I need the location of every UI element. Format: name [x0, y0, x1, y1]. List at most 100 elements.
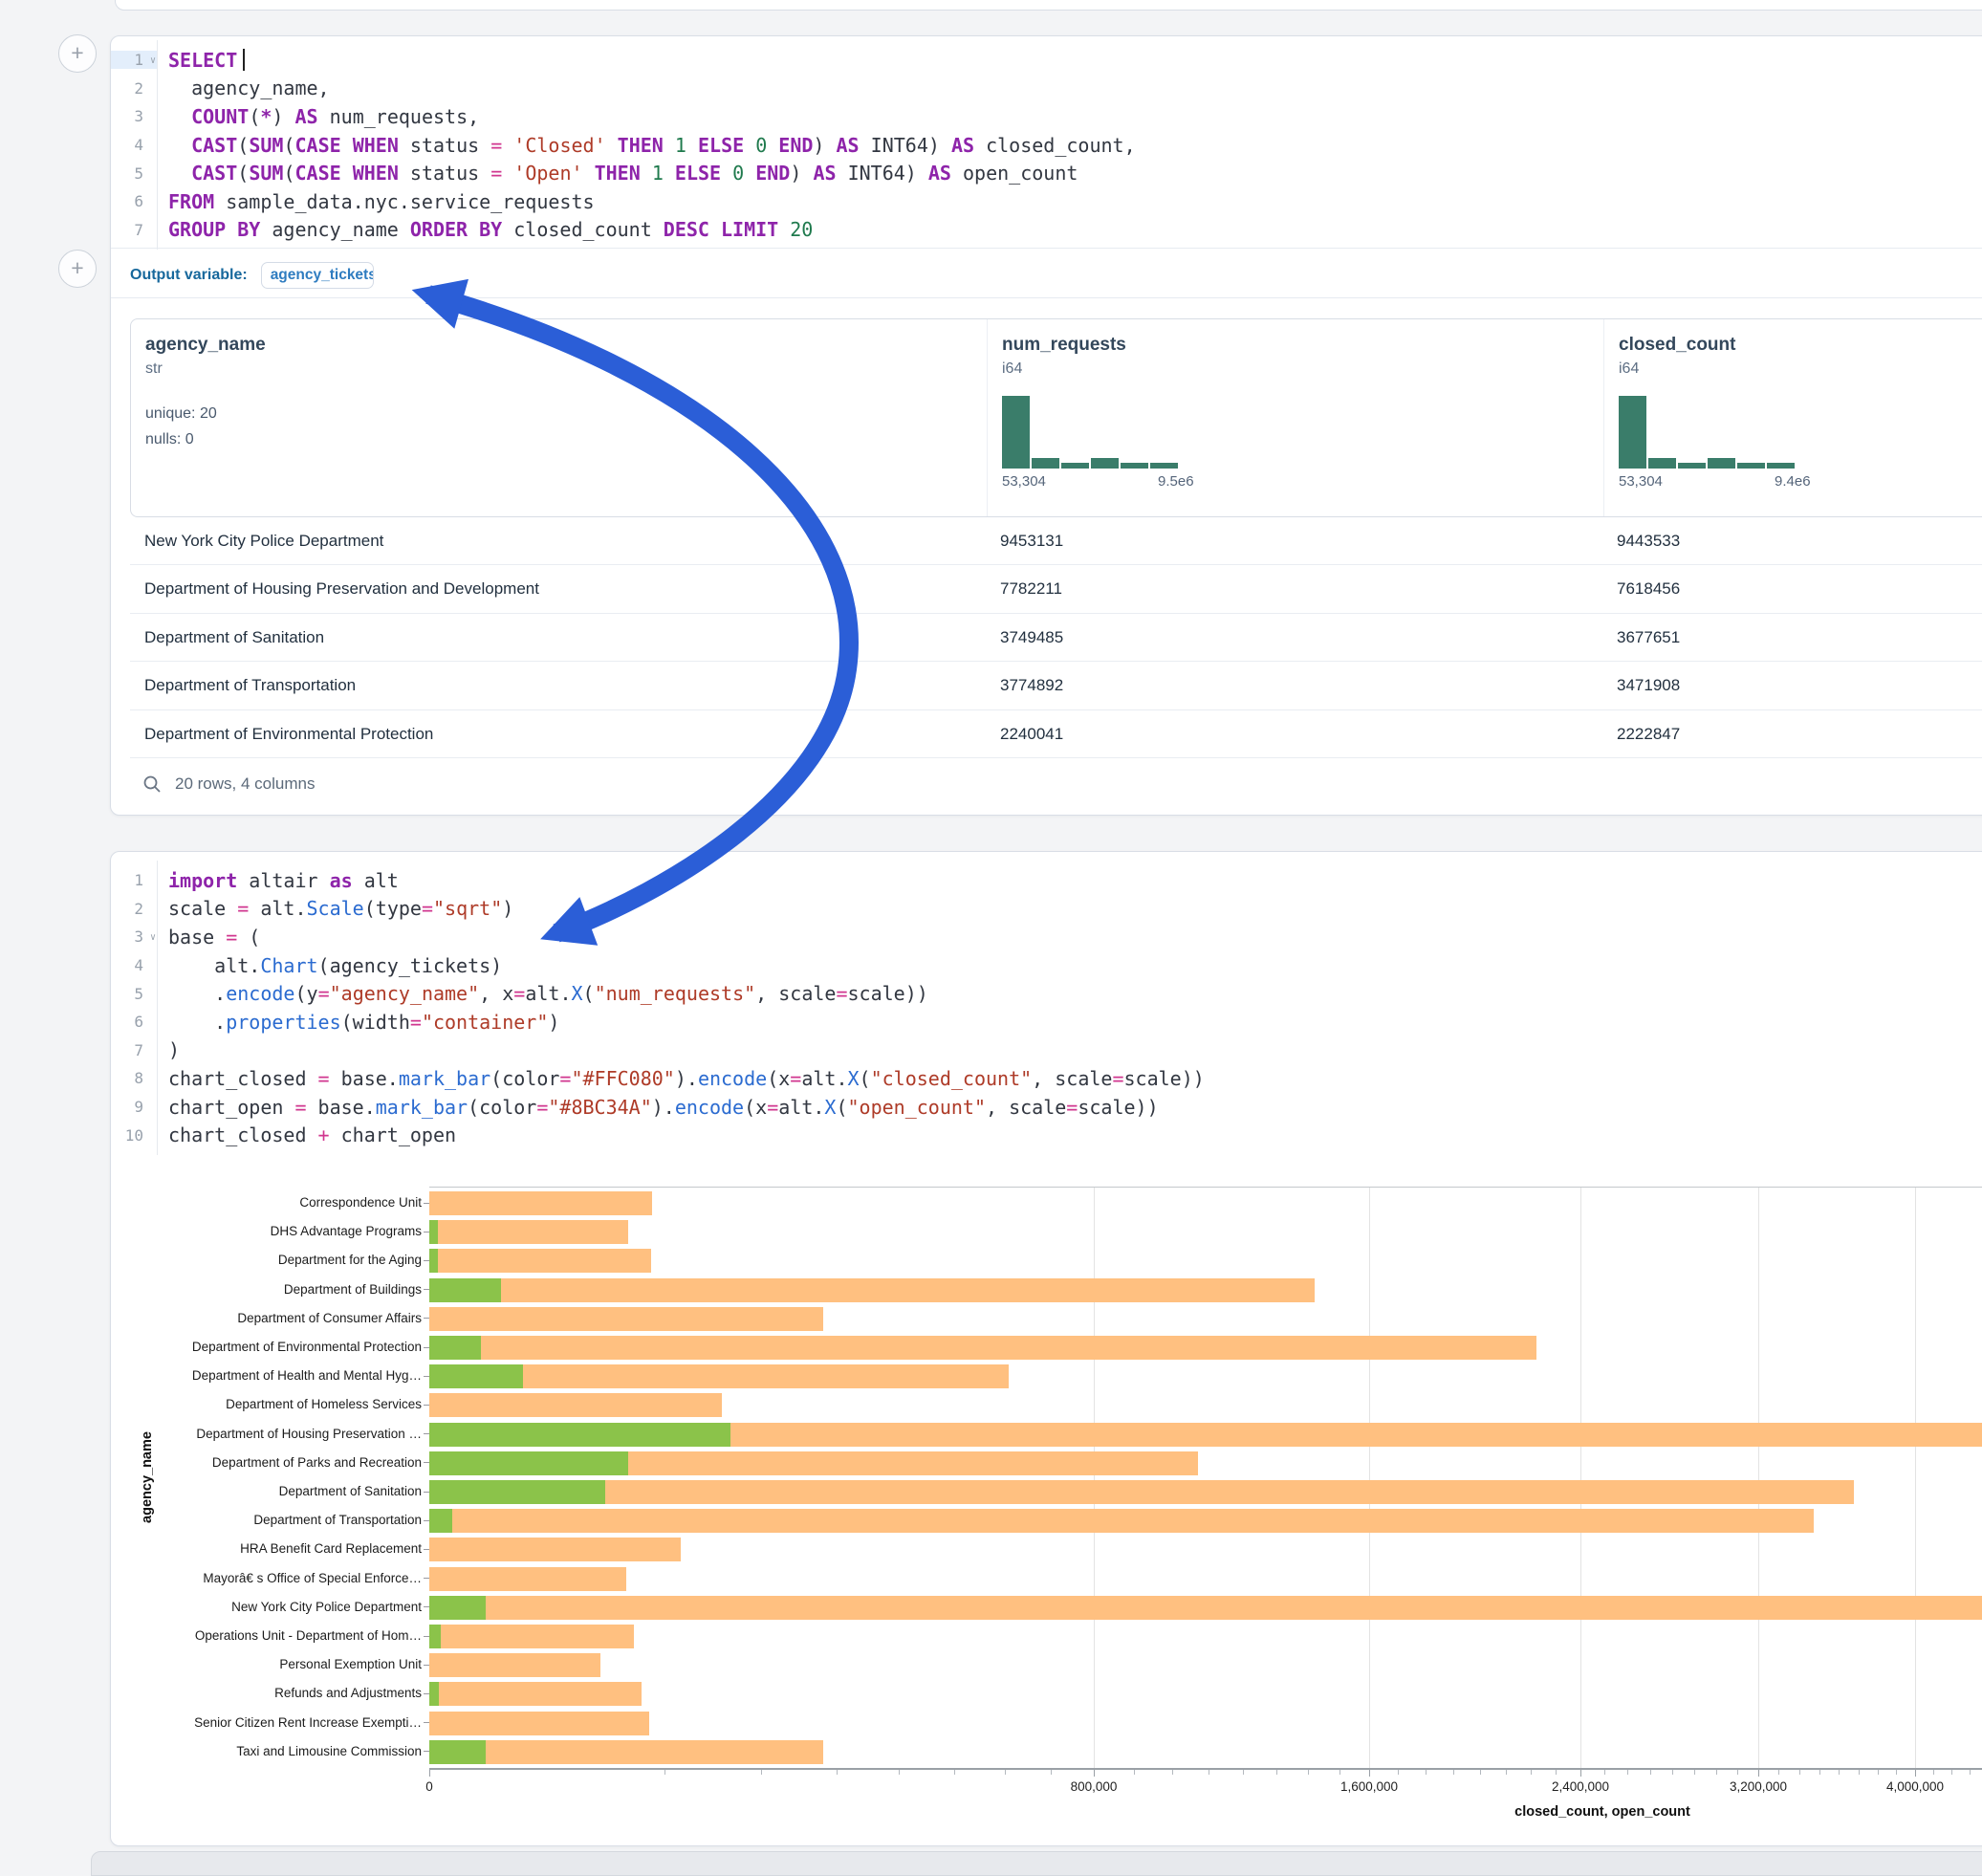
- python-cell-card: 1import altair as alt2scale = alt.Scale(…: [110, 851, 1982, 1846]
- code-line[interactable]: 3 COUNT(*) AS num_requests,: [111, 102, 1982, 131]
- code-line[interactable]: 10chart_closed + chart_open: [111, 1121, 1982, 1149]
- code-line[interactable]: 5 CAST(SUM(CASE WHEN status = 'Open' THE…: [111, 159, 1982, 187]
- closed-count-bar[interactable]: [429, 1249, 651, 1273]
- closed-count-bar[interactable]: [429, 1220, 628, 1244]
- python-code-editor[interactable]: 1import altair as alt2scale = alt.Scale(…: [111, 866, 1982, 1149]
- code-line[interactable]: 7GROUP BY agency_name ORDER BY closed_co…: [111, 216, 1982, 245]
- open-count-bar[interactable]: [429, 1336, 481, 1360]
- y-axis-label: Correspondence Unit: [111, 1190, 422, 1214]
- cell-divider: [111, 297, 1982, 298]
- closed-count-bar[interactable]: [429, 1538, 681, 1561]
- open-count-bar[interactable]: [429, 1480, 605, 1504]
- code-text: .properties(width="container"): [157, 1011, 559, 1034]
- open-count-bar[interactable]: [429, 1220, 438, 1244]
- open-count-bar[interactable]: [429, 1740, 486, 1764]
- code-text: chart_closed = base.mark_bar(color="#FFC…: [157, 1067, 1205, 1090]
- x-axis-minor-tick: [1134, 1770, 1135, 1775]
- code-line[interactable]: 1∨SELECT: [111, 46, 1982, 75]
- y-axis-tick: [424, 1203, 429, 1204]
- closed-count-bar[interactable]: [429, 1567, 626, 1591]
- open-count-bar[interactable]: [429, 1682, 439, 1706]
- code-line[interactable]: 7): [111, 1036, 1982, 1065]
- code-line[interactable]: 8chart_closed = base.mark_bar(color="#FF…: [111, 1064, 1982, 1093]
- code-line[interactable]: 3∨base = (: [111, 923, 1982, 951]
- closed-count-bar[interactable]: [429, 1653, 600, 1677]
- table-row[interactable]: Department of Housing Preservation and D…: [130, 565, 1982, 613]
- fold-chevron-icon[interactable]: ∨: [150, 932, 156, 943]
- code-text: agency_name,: [157, 76, 330, 99]
- closed-count-bar[interactable]: [429, 1712, 649, 1735]
- closed-count-bar[interactable]: [429, 1682, 642, 1706]
- y-axis-label: Department of Parks and Recreation: [111, 1451, 422, 1474]
- code-line[interactable]: 6 .properties(width="container"): [111, 1008, 1982, 1036]
- y-axis-tick: [424, 1722, 429, 1723]
- open-count-bar[interactable]: [429, 1509, 452, 1533]
- y-axis-label: Senior Citizen Rent Increase Exempti…: [111, 1711, 422, 1734]
- table-cell: Department of Housing Preservation and D…: [144, 565, 539, 612]
- closed-count-bar[interactable]: [429, 1625, 634, 1648]
- code-text: chart_open = base.mark_bar(color="#8BC34…: [157, 1096, 1159, 1119]
- closed-count-bar[interactable]: [429, 1307, 823, 1331]
- y-axis-label: Department of Health and Mental Hyg…: [111, 1363, 422, 1387]
- previous-cell-edge: [115, 0, 1982, 11]
- closed-count-bar[interactable]: [429, 1278, 1315, 1302]
- closed-count-bar[interactable]: [429, 1740, 823, 1764]
- closed-count-bar[interactable]: [429, 1336, 1536, 1360]
- add-cell-button[interactable]: +: [58, 34, 97, 73]
- x-axis-major-tick: [1369, 1770, 1370, 1777]
- closed-count-bar[interactable]: [429, 1480, 1854, 1504]
- x-axis-minor-tick: [1650, 1770, 1651, 1775]
- output-variable-input[interactable]: agency_tickets: [261, 262, 374, 289]
- table-row[interactable]: New York City Police Department945313194…: [130, 517, 1982, 565]
- closed-count-bar[interactable]: [429, 1596, 1982, 1620]
- table-cell: 3749485: [1000, 614, 1063, 661]
- code-line[interactable]: 4 CAST(SUM(CASE WHEN status = 'Closed' T…: [111, 131, 1982, 160]
- open-count-bar[interactable]: [429, 1364, 523, 1388]
- table-row[interactable]: Department of Environmental Protection22…: [130, 710, 1982, 758]
- code-line[interactable]: 1import altair as alt: [111, 866, 1982, 895]
- search-icon[interactable]: [142, 774, 162, 794]
- column-name: num_requests: [1002, 335, 1603, 356]
- code-line[interactable]: 2scale = alt.Scale(type="sqrt"): [111, 895, 1982, 924]
- code-line[interactable]: 2 agency_name,: [111, 75, 1982, 103]
- open-count-bar[interactable]: [429, 1249, 438, 1273]
- line-number: 5: [111, 985, 157, 1003]
- code-line[interactable]: 5 .encode(y="agency_name", x=alt.X("num_…: [111, 979, 1982, 1008]
- open-count-bar[interactable]: [429, 1596, 486, 1620]
- add-cell-button[interactable]: +: [58, 250, 97, 288]
- closed-count-bar[interactable]: [429, 1191, 652, 1215]
- column-header-closed_count[interactable]: closed_counti6453,3049.4e6: [1603, 319, 1982, 516]
- line-number: 9: [111, 1098, 157, 1116]
- table-row[interactable]: Department of Transportation 3774892 34719…: [130, 662, 1982, 709]
- y-axis-tick: [424, 1260, 429, 1261]
- x-axis-minor-tick: [1051, 1770, 1052, 1775]
- code-text: import altair as alt: [157, 869, 399, 892]
- x-axis-minor-tick: [1951, 1770, 1952, 1775]
- line-number: 7: [111, 1041, 157, 1059]
- table-cell: 3774892: [1000, 662, 1063, 709]
- x-axis-minor-tick: [1627, 1770, 1628, 1775]
- table-cell: New York City Police Department: [144, 517, 383, 564]
- code-text: COUNT(*) AS num_requests,: [157, 105, 479, 128]
- table-cell: 9443533: [1617, 517, 1680, 564]
- code-line[interactable]: 6FROM sample_data.nyc.service_requests: [111, 187, 1982, 216]
- open-count-bar[interactable]: [429, 1625, 441, 1648]
- table-cell: 3471908: [1617, 662, 1680, 709]
- code-line[interactable]: 9chart_open = base.mark_bar(color="#8BC3…: [111, 1093, 1982, 1122]
- fold-chevron-icon[interactable]: ∨: [150, 55, 156, 66]
- open-count-bar[interactable]: [429, 1278, 501, 1302]
- column-header-num_requests[interactable]: num_requestsi6453,3049.5e6: [987, 319, 1603, 516]
- table-cell: Department of Transportation: [144, 662, 356, 709]
- table-cell: 3677651: [1617, 614, 1680, 661]
- x-axis-major-tick: [1758, 1770, 1759, 1777]
- sql-code-editor[interactable]: 1∨SELECT2 agency_name,3 COUNT(*) AS num_…: [111, 46, 1982, 244]
- open-count-bar[interactable]: [429, 1423, 730, 1447]
- y-axis-label: New York City Police Department: [111, 1595, 422, 1619]
- table-row[interactable]: Department of Sanitation37494853677651: [130, 614, 1982, 662]
- table-cell: 7618456: [1617, 565, 1680, 612]
- closed-count-bar[interactable]: [429, 1393, 722, 1417]
- closed-count-bar[interactable]: [429, 1509, 1814, 1533]
- code-line[interactable]: 4 alt.Chart(agency_tickets): [111, 951, 1982, 980]
- open-count-bar[interactable]: [429, 1451, 628, 1475]
- column-header-agency_name[interactable]: agency_namestrunique: 20nulls: 0: [131, 319, 987, 516]
